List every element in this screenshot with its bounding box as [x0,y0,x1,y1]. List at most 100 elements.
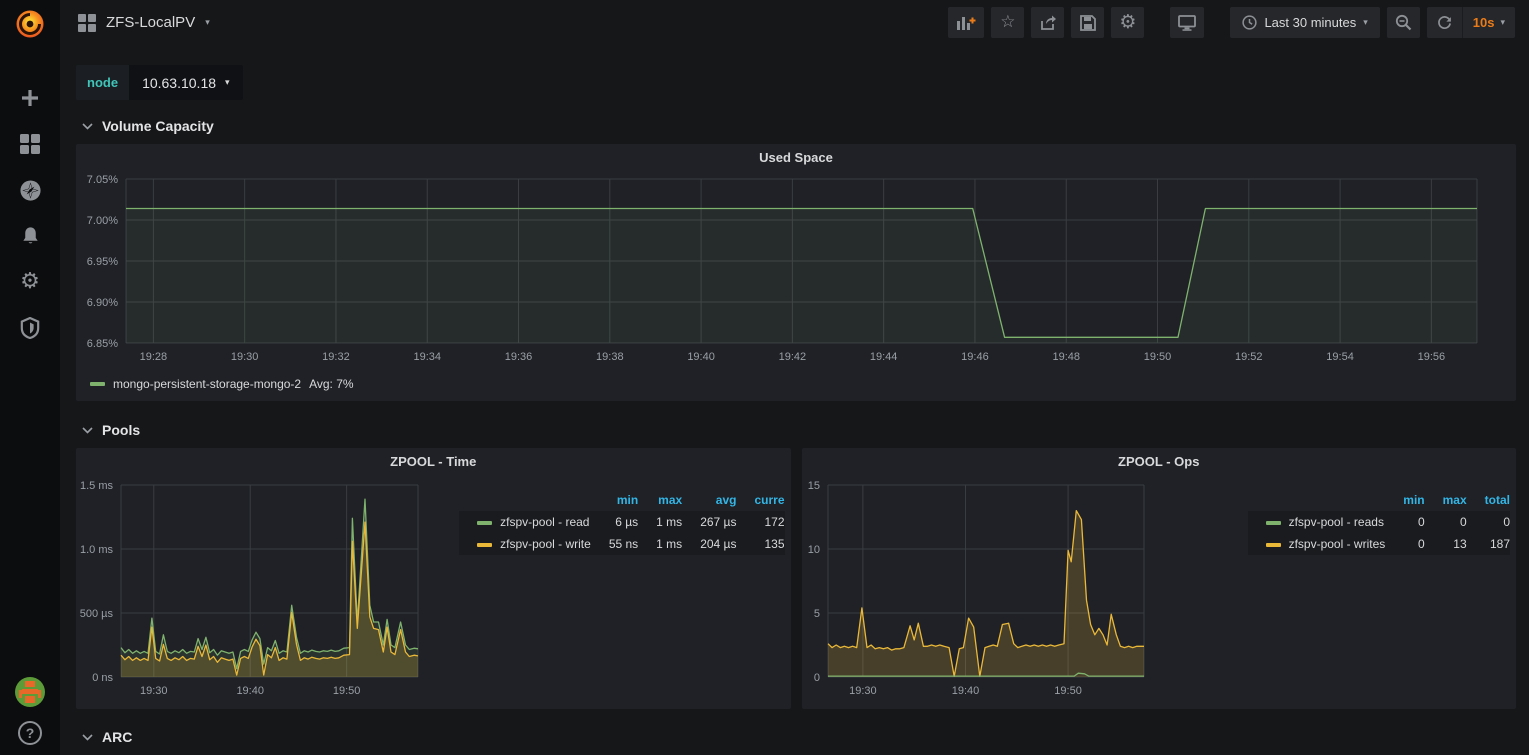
cycle-view-button[interactable] [1170,7,1204,38]
panel-title-zpool-time[interactable]: ZPOOL - Time [76,448,791,475]
legend-value: 6 µs [591,511,638,533]
zoom-out-button[interactable] [1387,7,1420,38]
star-button[interactable]: ☆ [991,7,1024,38]
section-volume-capacity[interactable]: Volume Capacity [82,114,1516,138]
refresh-interval-picker[interactable]: 10s ▾ [1462,7,1515,38]
variable-node: node 10.63.10.18 ▾ [76,65,243,100]
sidebar-configuration-button[interactable]: ⚙ [12,267,48,297]
shield-icon [20,317,40,339]
series-marker [1266,543,1281,547]
legend-value: 0 [1425,511,1467,533]
sidebar-dashboards-button[interactable] [12,129,48,159]
dashboard-title-button[interactable]: ZFS-LocalPV ▾ [78,14,210,32]
legend-value: 172 [736,511,784,533]
legend-value: 0 [1467,511,1510,533]
series-name[interactable]: zfspv-pool - writes [1248,533,1386,555]
used-space-chart[interactable]: 7.05%7.00%6.95%6.90%6.85%19:2819:3019:32… [76,171,1516,371]
dashboard-grid-icon [78,14,96,32]
zpool-ops-chart[interactable]: 15105019:3019:4019:50 [802,475,1162,707]
sidebar-alerting-button[interactable] [12,221,48,251]
variable-node-picker[interactable]: 10.63.10.18 ▾ [129,65,243,100]
svg-text:19:42: 19:42 [779,351,807,363]
legend-column-header: total [1467,491,1510,511]
sidebar-bottom: ? [15,677,45,745]
series-marker [477,521,492,525]
panel-title-used-space[interactable]: Used Space [76,144,1516,171]
pools-row: ZPOOL - Time 1.5 ms1.0 ms500 µs0 ns19:30… [76,448,1516,709]
legend-column-header: min [1385,491,1424,511]
chevron-down-icon: ▾ [1500,17,1505,28]
legend-column-header: curre [736,491,784,511]
legend-value: 0 [1385,533,1424,555]
legend-row[interactable]: zfspv-pool - reads000 [1248,511,1510,533]
series-name[interactable]: zfspv-pool - reads [1248,511,1386,533]
refresh-button[interactable] [1427,7,1462,38]
grafana-logo-icon[interactable] [13,7,47,41]
svg-text:5: 5 [813,608,819,620]
gear-icon: ⚙ [1119,13,1136,32]
navbar: ZFS-LocalPV ▾ ☆ [60,0,1529,45]
sidebar-help-button[interactable]: ? [18,721,42,745]
series-marker [477,543,492,547]
svg-text:19:48: 19:48 [1052,351,1080,363]
svg-text:0: 0 [813,672,819,684]
settings-button[interactable]: ⚙ [1111,7,1144,38]
zpool-time-body: 1.5 ms1.0 ms500 µs0 ns19:3019:4019:50 mi… [76,475,791,707]
chevron-down-icon: ▾ [205,17,210,28]
plus-icon [20,88,40,108]
refresh-icon [1437,15,1452,30]
svg-text:6.90%: 6.90% [87,297,118,309]
svg-text:7.00%: 7.00% [87,215,118,227]
series-name[interactable]: zfspv-pool - read [459,511,591,533]
variable-node-value: 10.63.10.18 [142,75,216,91]
time-range-picker[interactable]: Last 30 minutes ▾ [1230,7,1379,38]
share-button[interactable] [1031,7,1064,38]
panel-zpool-ops: ZPOOL - Ops 15105019:3019:4019:50 minmax… [802,448,1517,709]
clock-icon [1242,15,1257,30]
svg-text:6.95%: 6.95% [87,256,118,268]
section-title: ARC [102,729,132,745]
dashboards-grid-icon [19,133,41,155]
sidebar-explore-button[interactable] [12,175,48,205]
series-name[interactable]: mongo-persistent-storage-mongo-2 [113,377,301,391]
used-space-legend: mongo-persistent-storage-mongo-2 Avg: 7% [76,371,1516,397]
sidebar-admin-button[interactable] [12,313,48,343]
svg-text:15: 15 [807,480,819,492]
svg-text:19:30: 19:30 [849,685,877,697]
svg-text:1.0 ms: 1.0 ms [80,544,114,556]
section-pools[interactable]: Pools [82,418,1516,442]
legend-row[interactable]: zfspv-pool - write55 ns1 ms204 µs135 [459,533,784,555]
svg-text:10: 10 [807,544,819,556]
main: ZFS-LocalPV ▾ ☆ [60,0,1529,755]
svg-text:500 µs: 500 µs [80,608,114,620]
panel-title-zpool-ops[interactable]: ZPOOL - Ops [802,448,1517,475]
zpool-time-legend[interactable]: minmaxavgcurrezfspv-pool - read6 µs1 ms2… [436,475,791,707]
series-marker [90,382,105,386]
sidebar-create-button[interactable] [12,83,48,113]
series-name[interactable]: zfspv-pool - write [459,533,591,555]
add-panel-button[interactable] [948,7,984,38]
zpool-ops-legend[interactable]: minmaxtotalzfspv-pool - reads000zfspv-po… [1162,475,1517,707]
dashboard-title: ZFS-LocalPV [106,14,195,31]
add-panel-icon [956,15,976,31]
user-avatar[interactable] [15,677,45,707]
svg-text:6.85%: 6.85% [87,338,118,350]
zpool-ops-body: 15105019:3019:4019:50 minmaxtotalzfspv-p… [802,475,1517,707]
navbar-actions: ☆ ⚙ [948,7,1515,38]
svg-text:19:34: 19:34 [413,351,441,363]
legend-row[interactable]: zfspv-pool - writes013187 [1248,533,1510,555]
legend-column-header: max [1425,491,1467,511]
legend-row[interactable]: zfspv-pool - read6 µs1 ms267 µs172 [459,511,784,533]
save-button[interactable] [1071,7,1104,38]
svg-text:19:30: 19:30 [140,685,168,697]
series-avg: Avg: 7% [309,377,353,391]
svg-text:19:52: 19:52 [1235,351,1263,363]
zpool-time-chart[interactable]: 1.5 ms1.0 ms500 µs0 ns19:3019:4019:50 [76,475,436,707]
variable-node-label: node [76,65,129,100]
series-marker [1266,521,1281,525]
section-title: Volume Capacity [102,118,214,134]
panel-used-space: Used Space 7.05%7.00%6.95%6.90%6.85%19:2… [76,144,1516,401]
section-arc[interactable]: ARC [82,725,1516,749]
section-title: Pools [102,422,140,438]
share-icon [1040,15,1056,31]
